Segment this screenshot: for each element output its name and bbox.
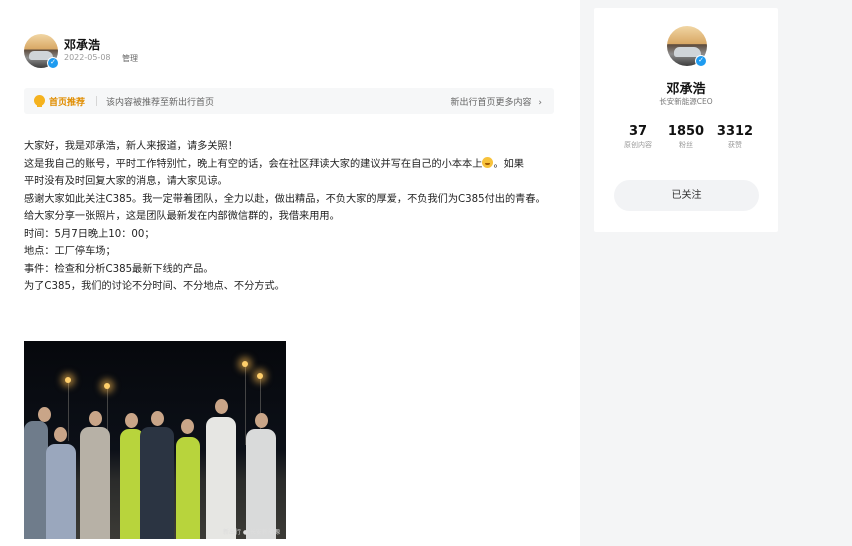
street-light	[242, 361, 248, 367]
chevron-right-icon: ›	[538, 98, 542, 108]
verified-badge-icon: ✓	[47, 57, 59, 69]
person-head	[54, 427, 67, 442]
followed-button[interactable]: 已关注	[614, 180, 759, 211]
stat-label: 获赞	[728, 141, 742, 149]
person-figure	[176, 437, 200, 539]
lamp-pole	[245, 365, 246, 445]
grinning-face-emoji-icon	[482, 156, 494, 168]
person-figure	[46, 444, 76, 539]
person-head	[38, 407, 51, 422]
stat-likes[interactable]: 3312 获赞	[705, 124, 765, 150]
article-paragraph: 事件：检查和分析C385最新下线的产品。	[24, 263, 214, 275]
person-figure	[80, 427, 110, 539]
article-paragraph: 为了C385，我们的讨论不分时间、不分地点、不分方式。	[24, 281, 285, 292]
person-head	[89, 411, 102, 426]
profile-name[interactable]: 邓承浩	[594, 78, 778, 97]
team-photo[interactable]: 新出行 ● 长安新能源	[24, 341, 286, 539]
article-paragraph: 平时没有及时回复大家的消息，请大家见谅。	[24, 176, 228, 187]
person-figure	[140, 427, 174, 539]
article-paragraph-suffix: 。如果	[493, 158, 524, 170]
article-paragraph-text: 这是我自己的账号，平时工作特别忙，晚上有空的话，会在社区拜读大家的建议并写在自己…	[24, 158, 483, 170]
person-head	[255, 413, 268, 428]
article-paragraph: 地点：工厂停车场；	[24, 246, 116, 257]
person-head	[151, 411, 164, 426]
verified-badge-icon: ✓	[695, 55, 707, 67]
article-panel: ✓ 邓承浩 2022-05-08 管理 首页推荐 该内容被推荐至新出行首页 新出…	[0, 0, 580, 546]
article-paragraph: 大家好，我是邓承浩，新人来报道，请多关照！	[24, 141, 238, 152]
article-paragraph: 这是我自己的账号，平时工作特别忙，晚上有空的话，会在社区拜读大家的建议并写在自己…	[24, 156, 556, 174]
photo-watermark: 新出行 ● 长安新能源	[222, 529, 280, 536]
profile-card: ✓ 邓承浩 长安新能源CEO 37 原创内容 1850 粉丝 3312 获赞 已…	[594, 8, 778, 232]
lamp-pole	[68, 381, 69, 441]
article-paragraph: 给大家分享一张照片，这是团队最新发在内部微信群的，我借来用用。	[24, 211, 340, 222]
stat-value: 3312	[716, 124, 754, 139]
person-head	[215, 399, 228, 414]
article-paragraph: 感谢大家如此关注C385。我一定带着团队，全力以赴，做出精品，不负大家的厚爱，不…	[24, 193, 546, 205]
banner-divider	[96, 96, 97, 106]
profile-title: 长安新能源CEO	[659, 97, 713, 106]
recommend-tag: 首页推荐	[49, 98, 86, 108]
post-date: 2022-05-08	[64, 53, 111, 62]
street-light	[257, 373, 263, 379]
person-figure	[206, 417, 236, 539]
recommend-banner: 首页推荐 该内容被推荐至新出行首页 新出行首页更多内容 ›	[24, 88, 554, 114]
medal-icon	[34, 95, 45, 107]
more-content-label: 新出行首页更多内容	[450, 98, 532, 108]
person-head	[125, 413, 138, 428]
street-light	[65, 377, 71, 383]
more-content-link[interactable]: 新出行首页更多内容 ›	[451, 95, 543, 108]
recommend-text: 该内容被推荐至新出行首页	[106, 98, 215, 108]
person-figure	[24, 421, 48, 539]
person-head	[181, 419, 194, 434]
person-figure	[246, 429, 276, 539]
article-paragraph: 时间：5月7日晚上10：00；	[24, 228, 155, 240]
street-light	[104, 383, 110, 389]
author-name[interactable]: 邓承浩	[64, 36, 100, 53]
article-body: 大家好，我是邓承浩，新人来报道，请多关照！ 这是我自己的账号，平时工作特别忙，晚…	[24, 138, 556, 296]
manage-link[interactable]: 管理	[122, 53, 138, 64]
